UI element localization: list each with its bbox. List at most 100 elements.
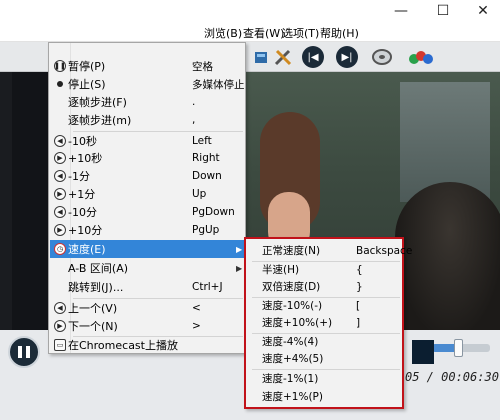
- video-border: [0, 72, 12, 330]
- menu-item-frame-step-forward[interactable]: 逐帧步进(F) .: [50, 93, 245, 111]
- menu-item-frame-step-back[interactable]: 逐帧步进(m) ,: [50, 111, 245, 129]
- submenu-item-label: 速度-1%(1): [262, 373, 319, 385]
- speed-submenu: 正常速度(N) Backspace 半速(H) { 双倍速度(D) } 速度-1…: [244, 237, 412, 409]
- submenu-item-shortcut: }: [356, 280, 363, 293]
- tools-button[interactable]: [270, 44, 296, 70]
- previous-button[interactable]: |◀: [300, 44, 326, 70]
- menu-item-chromecast[interactable]: ▭ 在Chromecast上播放: [50, 336, 245, 354]
- menu-item-plus-1m[interactable]: ▶ +1分 Up: [50, 185, 245, 203]
- menu-item-shortcut: Up: [192, 188, 207, 200]
- menu-item-shortcut: PgUp: [192, 224, 220, 236]
- submenu-item-shortcut: ]: [356, 316, 361, 329]
- status-strip: [412, 340, 434, 364]
- speed-clock-icon: ◷: [54, 243, 66, 255]
- forward-circle-icon: ▶: [54, 224, 66, 236]
- menu-item-jump-to[interactable]: 跳转到(J)... Ctrl+J: [50, 278, 245, 296]
- forward-circle-icon: ▶: [54, 188, 66, 200]
- rewind-circle-icon: ◀: [54, 170, 66, 182]
- menu-item-label: 逐帧步进(F): [68, 96, 127, 109]
- minimize-icon: —: [394, 3, 408, 19]
- menu-item-minus-1m[interactable]: ◀ -1分 Down: [50, 167, 245, 185]
- menu-item-plus-10s[interactable]: ▶ +10秒 Right: [50, 149, 245, 167]
- rewind-circle-icon: ◀: [54, 206, 66, 218]
- submenu-item-shortcut: Backspace: [356, 244, 413, 257]
- next-icon: ▶|: [336, 46, 358, 68]
- tools-icon: [274, 49, 292, 66]
- menu-item-shortcut: 空格: [192, 60, 213, 73]
- menu-item-plus-10m[interactable]: ▶ +10分 PgUp: [50, 221, 245, 239]
- menu-item-previous[interactable]: ◀ 上一个(V) <: [50, 299, 245, 317]
- menu-item-shortcut: <: [192, 302, 201, 314]
- menu-item-shortcut: .: [192, 96, 196, 108]
- timecode-display: 05 / 00:06:30: [405, 370, 499, 384]
- submenu-item-speed-minus-4[interactable]: 速度-4%(4): [248, 333, 400, 350]
- menu-item-label: +1分: [68, 188, 96, 201]
- submenu-item-speed-plus-4[interactable]: 速度+4%(5): [248, 350, 400, 367]
- submenu-item-speed-minus-1[interactable]: 速度-1%(1): [248, 370, 400, 387]
- menu-bar: 浏览(B) 查看(W) 选项(T) 帮助(H): [0, 22, 500, 42]
- title-bar: — ☐ ✕: [0, 0, 500, 22]
- menu-view[interactable]: 查看(W): [243, 25, 284, 41]
- pause-button[interactable]: [8, 336, 40, 368]
- submenu-item-label: 速度+1%(P): [262, 391, 323, 403]
- submenu-item-half-speed[interactable]: 半速(H) {: [248, 261, 400, 278]
- submenu-item-double-speed[interactable]: 双倍速度(D) }: [248, 278, 400, 295]
- menu-item-label: 逐帧步进(m): [68, 114, 132, 127]
- pause-icon-bar: [26, 346, 30, 358]
- submenu-item-speed-plus-10[interactable]: 速度+10%(+) ]: [248, 314, 400, 331]
- close-button[interactable]: ✕: [466, 0, 500, 22]
- submenu-item-label: 双倍速度(D): [262, 281, 321, 293]
- volume-knob[interactable]: [454, 339, 463, 357]
- menu-item-shortcut: PgDown: [192, 206, 235, 218]
- menu-item-speed[interactable]: ◷ 速度(E) ▶: [50, 240, 245, 258]
- menu-item-shortcut: 多媒体停止: [192, 78, 245, 91]
- cube-icon: [255, 52, 267, 63]
- submenu-item-speed-minus-10[interactable]: 速度-10%(-) [: [248, 297, 400, 314]
- submenu-item-label: 速度-10%(-): [262, 300, 323, 312]
- submenu-item-normal-speed[interactable]: 正常速度(N) Backspace: [248, 242, 412, 259]
- previous-icon: |◀: [302, 46, 324, 68]
- menu-item-shortcut: Ctrl+J: [192, 281, 223, 293]
- menu-item-label: 暂停(P): [68, 60, 106, 73]
- menu-item-ab-loop[interactable]: A-B 区间(A) ▶: [50, 259, 245, 277]
- cast-icon: ▭: [54, 339, 66, 351]
- menu-help[interactable]: 帮助(H): [320, 25, 359, 41]
- submenu-item-shortcut: {: [356, 263, 363, 276]
- menu-item-label: A-B 区间(A): [68, 262, 129, 275]
- menu-options[interactable]: 选项(T): [282, 25, 319, 41]
- menu-item-label: 停止(S): [68, 78, 106, 91]
- menu-item-label: +10分: [68, 224, 103, 237]
- submenu-item-shortcut: [: [356, 299, 361, 312]
- menu-item-next[interactable]: ▶ 下一个(N) >: [50, 317, 245, 335]
- menu-item-label: -1分: [68, 170, 90, 183]
- previous-circle-icon: ◀: [54, 302, 66, 314]
- menu-item-minus-10s[interactable]: ◀ -10秒 Left: [50, 132, 245, 150]
- context-menu: ❚❚ 暂停(P) 空格 停止(S) 多媒体停止 逐帧步进(F) . 逐帧步进(m…: [48, 42, 246, 354]
- submenu-item-speed-plus-1[interactable]: 速度+1%(P): [248, 388, 400, 405]
- menu-browse[interactable]: 浏览(B): [204, 25, 242, 41]
- menu-item-label: -10分: [68, 206, 97, 219]
- submenu-item-label: 速度-4%(4): [262, 336, 319, 348]
- submenu-arrow-icon: ▶: [236, 263, 243, 273]
- maximize-icon: ☐: [436, 3, 450, 19]
- subtitle-button[interactable]: [408, 44, 434, 70]
- maximize-button[interactable]: ☐: [426, 0, 460, 22]
- disc-icon: [372, 49, 392, 65]
- menu-item-shortcut: Left: [192, 135, 212, 147]
- radio-dot-icon: [54, 78, 66, 90]
- next-button[interactable]: ▶|: [334, 44, 360, 70]
- menu-item-label: 速度(E): [68, 243, 106, 256]
- menu-item-label: 上一个(V): [68, 302, 118, 315]
- minimize-button[interactable]: —: [384, 0, 418, 22]
- menu-item-label: 下一个(N): [68, 320, 118, 333]
- menu-item-label: -10秒: [68, 135, 97, 148]
- menu-item-label: 在Chromecast上播放: [68, 339, 178, 352]
- disc-button[interactable]: [370, 44, 396, 70]
- menu-item-shortcut: ,: [192, 114, 196, 126]
- menu-item-label: 跳转到(J)...: [68, 281, 124, 294]
- menu-item-stop[interactable]: 停止(S) 多媒体停止: [50, 75, 245, 93]
- menu-item-pause[interactable]: ❚❚ 暂停(P) 空格: [50, 57, 245, 75]
- menu-item-minus-10m[interactable]: ◀ -10分 PgDown: [50, 203, 245, 221]
- submenu-item-label: 半速(H): [262, 264, 300, 276]
- submenu-item-label: 正常速度(N): [262, 245, 321, 257]
